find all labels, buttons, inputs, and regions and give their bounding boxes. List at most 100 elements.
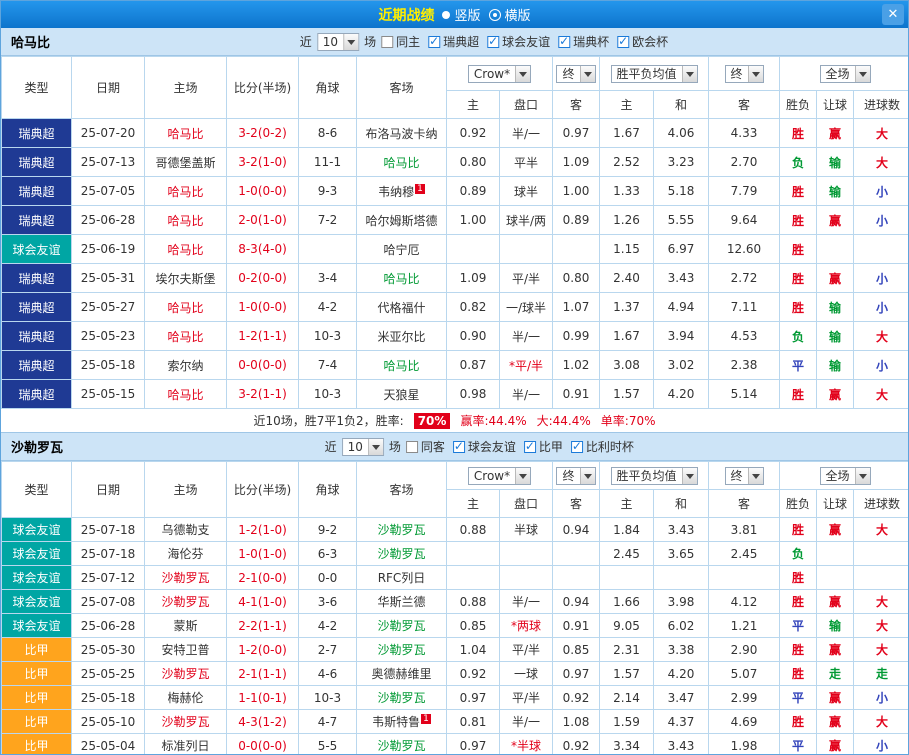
away-team-link[interactable]: 哈马比: [356, 147, 447, 177]
away-team-link[interactable]: RFC列日: [356, 565, 447, 590]
home-team-link[interactable]: 标准列日: [144, 733, 227, 754]
handicap-cell: 半/一: [499, 321, 553, 351]
score-cell: 3-2(0-2): [226, 118, 299, 148]
home-team-link[interactable]: 沙勒罗瓦: [144, 565, 227, 590]
away-team-link[interactable]: 哈马比: [356, 263, 447, 293]
home-team-link[interactable]: 海伦芬: [144, 541, 227, 566]
away-team-link[interactable]: 哈宁厄: [356, 234, 447, 264]
home-team-link[interactable]: 沙勒罗瓦: [144, 661, 227, 686]
final-avg-dropdown-cell: 终: [708, 461, 781, 490]
home-team-link[interactable]: 埃尔夫斯堡: [144, 263, 227, 293]
away-team-link[interactable]: 米亚尔比: [356, 321, 447, 351]
chevron-down-icon: [854, 65, 870, 82]
home-team-link[interactable]: 沙勒罗瓦: [144, 589, 227, 614]
col-header-avg-home: 主: [599, 90, 654, 119]
corner-cell: [298, 234, 357, 264]
away-team-link[interactable]: 沙勒罗瓦: [356, 541, 447, 566]
result-goals-cell: [853, 565, 908, 590]
corner-cell: 6-3: [298, 541, 357, 566]
away-team-link[interactable]: 布洛马波卡纳: [356, 118, 447, 148]
filter-checkbox-比利时杯[interactable]: 比利时杯: [570, 438, 634, 455]
chevron-down-icon: [747, 467, 763, 484]
away-team-link[interactable]: 华斯兰德: [356, 589, 447, 614]
filter-checkbox-比甲[interactable]: 比甲: [523, 438, 563, 455]
filter-checkbox-瑞典超[interactable]: 瑞典超: [428, 33, 479, 50]
close-button[interactable]: ✕: [882, 4, 904, 25]
filter-checkbox-同客[interactable]: 同客: [405, 438, 445, 455]
home-team-link[interactable]: 哈马比: [144, 234, 227, 264]
filter-bar: 近 10 场 同客 球会友谊 比甲 比利时杯: [325, 437, 634, 456]
handicap-cell: 球半/两: [499, 205, 553, 235]
odds-away-cell: 0.89: [552, 205, 600, 235]
final-avg-dropdown[interactable]: 终: [724, 64, 764, 83]
handicap-cell: 半/一: [499, 589, 553, 614]
home-team-link[interactable]: 哈马比: [144, 292, 227, 322]
home-team-link[interactable]: 蒙斯: [144, 613, 227, 638]
filter-checkbox-label: 同客: [420, 440, 445, 454]
layout-radio-vertical[interactable]: 竖版: [442, 5, 481, 24]
filter-checkbox-瑞典杯[interactable]: 瑞典杯: [558, 33, 609, 50]
away-team-link[interactable]: 沙勒罗瓦: [356, 637, 447, 662]
away-team-link[interactable]: 沙勒罗瓦: [356, 733, 447, 754]
company-dropdown[interactable]: Crow*: [467, 466, 532, 485]
col-header-corner: 角球: [298, 56, 357, 119]
result-wdl-cell: 胜: [779, 637, 818, 662]
col-header-result-handicap: 让球: [816, 489, 855, 518]
score-cell: 0-0(0-0): [226, 350, 299, 380]
league-type-cell: 瑞典超: [1, 321, 72, 351]
filter-checkbox-球会友谊[interactable]: 球会友谊: [487, 33, 550, 50]
home-team-link[interactable]: 哈马比: [144, 176, 227, 206]
scope-dropdown-cell: 全场: [779, 56, 908, 91]
avg-odds-dropdown[interactable]: 胜平负均值: [610, 466, 698, 485]
match-count-dropdown[interactable]: 10: [316, 32, 360, 51]
final-avg-dropdown[interactable]: 终: [724, 466, 764, 485]
home-team-link[interactable]: 安特卫普: [144, 637, 227, 662]
away-team-link[interactable]: 韦斯特鲁 1: [356, 709, 447, 734]
away-team-link[interactable]: 沙勒罗瓦: [356, 685, 447, 710]
near-label: 近: [299, 35, 312, 49]
filter-checkbox-同主[interactable]: 同主: [381, 33, 420, 50]
scope-dropdown[interactable]: 全场: [819, 466, 871, 485]
avg-away-cell: 1.21: [708, 613, 781, 638]
matches-table-hammarby: 类型 日期 主场 比分(半场) 角球 客场 Crow* 终 胜平负均值 终 全场…: [1, 56, 908, 409]
company-dropdown[interactable]: Crow*: [467, 64, 532, 83]
filter-checkbox-欧会杯[interactable]: 欧会杯: [617, 33, 668, 50]
away-team-link[interactable]: 哈马比: [356, 350, 447, 380]
final-odds-dropdown[interactable]: 终: [556, 64, 596, 83]
handicap-cell: 半/一: [499, 379, 553, 409]
home-team-link[interactable]: 哈马比: [144, 321, 227, 351]
home-team-link[interactable]: 索尔纳: [144, 350, 227, 380]
avg-home-cell: 1.37: [599, 292, 654, 322]
home-team-link[interactable]: 梅赫伦: [144, 685, 227, 710]
final-odds-dropdown[interactable]: 终: [556, 466, 596, 485]
scope-dropdown-cell: 全场: [779, 461, 908, 490]
col-header-result-wdl: 胜负: [779, 90, 818, 119]
away-team-link[interactable]: 沙勒罗瓦: [356, 517, 447, 542]
avg-draw-cell: 3.43: [652, 263, 710, 293]
odds-home-cell: [446, 234, 500, 264]
odds-home-cell: 0.92: [446, 118, 500, 148]
away-team-link[interactable]: 代格福什: [356, 292, 447, 322]
home-team-link[interactable]: 哈马比: [144, 118, 227, 148]
match-count-dropdown[interactable]: 10: [341, 437, 384, 456]
handicap-cell: 一/球半: [499, 292, 553, 322]
home-team-link[interactable]: 乌德勒支: [144, 517, 227, 542]
away-team-link[interactable]: 天狼星: [356, 379, 447, 409]
home-team-link[interactable]: 哥德堡盖斯: [144, 147, 227, 177]
avg-odds-dropdown[interactable]: 胜平负均值: [610, 64, 698, 83]
result-handicap-cell: 赢: [816, 517, 855, 542]
games-label: 场: [364, 35, 377, 49]
away-team-link[interactable]: 韦纳穆 1: [356, 176, 447, 206]
home-team-link[interactable]: 沙勒罗瓦: [144, 709, 227, 734]
result-wdl-cell: 胜: [779, 292, 818, 322]
filter-checkbox-球会友谊[interactable]: 球会友谊: [452, 438, 516, 455]
home-team-link[interactable]: 哈马比: [144, 205, 227, 235]
score-cell: 0-2(0-0): [226, 263, 299, 293]
layout-radio-horizontal[interactable]: 横版: [488, 5, 531, 24]
home-team-link[interactable]: 哈马比: [144, 379, 227, 409]
away-team-link[interactable]: 奥德赫维里: [356, 661, 447, 686]
away-team-link[interactable]: 沙勒罗瓦: [356, 613, 447, 638]
away-team-link[interactable]: 哈尔姆斯塔德: [356, 205, 447, 235]
scope-dropdown[interactable]: 全场: [819, 64, 871, 83]
odds-home-cell: 1.09: [446, 263, 500, 293]
